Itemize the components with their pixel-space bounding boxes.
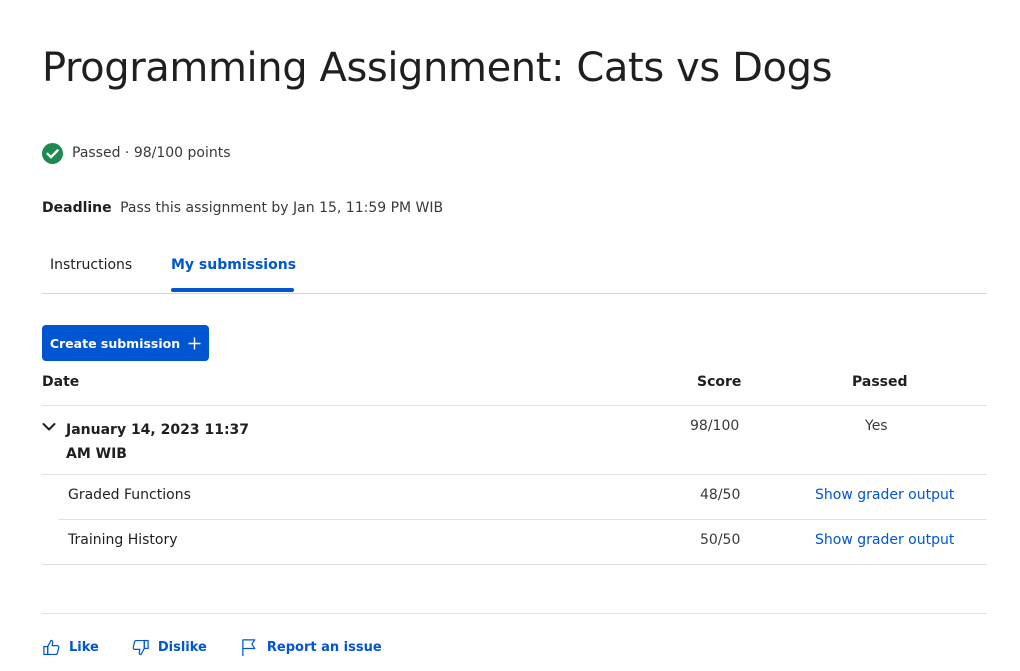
table-header: Date Score Passed — [42, 366, 987, 406]
header-passed: Passed — [852, 374, 908, 390]
submission-passed: Yes — [865, 418, 888, 434]
footer-divider — [42, 613, 987, 614]
like-button[interactable]: Like — [42, 638, 99, 657]
submission-score: 98/100 — [690, 418, 740, 434]
status-text: Passed · 98/100 points — [72, 145, 231, 161]
assignment-page: Programming Assignment: Cats vs Dogs Pas… — [42, 0, 987, 671]
create-submission-label: Create submission — [49, 335, 181, 351]
feedback-bar: Like Dislike Report an issue — [42, 635, 414, 659]
deadline-text: Pass this assignment by Jan 15, 11:59 PM… — [120, 200, 444, 216]
like-label: Like — [69, 639, 99, 655]
plus-icon — [188, 337, 201, 350]
page-title: Programming Assignment: Cats vs Dogs — [42, 45, 833, 91]
submission-date: January 14, 2023 11:37 AM WIB — [66, 422, 250, 462]
part-score: 48/50 — [700, 487, 741, 503]
check-circle-icon — [42, 142, 63, 164]
table-row: Graded Functions 48/50 Show grader outpu… — [58, 475, 987, 520]
chevron-down-icon[interactable] — [42, 418, 56, 431]
part-name: Training History — [68, 532, 178, 548]
part-name: Graded Functions — [68, 487, 191, 503]
dislike-label: Dislike — [157, 639, 207, 655]
deadline: Deadline Pass this assignment by Jan 15,… — [42, 198, 443, 218]
submission-row: January 14, 2023 11:37 AM WIB 98/100 Yes — [42, 406, 987, 475]
report-issue-button[interactable]: Report an issue — [240, 638, 382, 657]
tab-instructions[interactable]: Instructions — [50, 240, 132, 290]
deadline-label: Deadline — [42, 200, 112, 216]
flag-icon — [242, 638, 256, 656]
table-bottom-divider — [42, 564, 987, 565]
status-row: Passed · 98/100 points — [42, 141, 231, 165]
show-grader-output-link[interactable]: Show grader output — [815, 487, 954, 503]
thumbs-down-icon — [132, 639, 149, 655]
thumbs-up-icon — [43, 639, 60, 655]
header-date: Date — [42, 374, 80, 390]
create-submission-button[interactable]: Create submission — [42, 325, 209, 361]
part-score: 50/50 — [700, 532, 741, 548]
active-tab-indicator — [171, 288, 294, 292]
dislike-button[interactable]: Dislike — [131, 638, 207, 657]
tab-bar: Instructions My submissions — [42, 240, 987, 294]
header-score: Score — [697, 374, 742, 390]
show-grader-output-link[interactable]: Show grader output — [815, 532, 954, 548]
table-row: Training History 50/50 Show grader outpu… — [58, 520, 987, 564]
report-label: Report an issue — [266, 639, 382, 655]
tab-my-submissions[interactable]: My submissions — [171, 240, 296, 290]
